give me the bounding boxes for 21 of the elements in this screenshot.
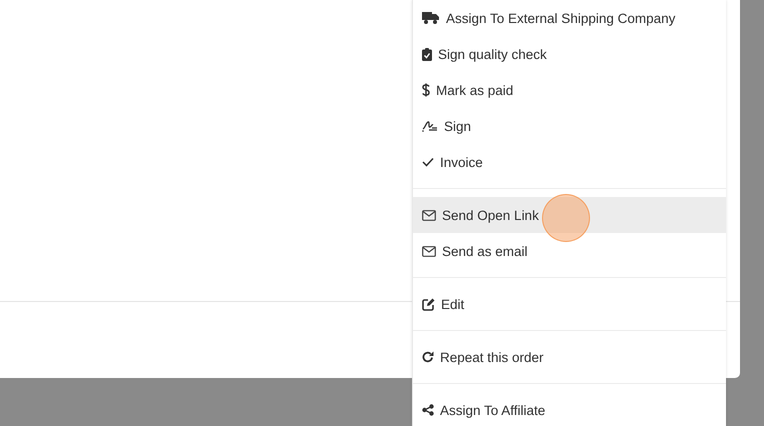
dollar-icon (422, 83, 430, 97)
menu-item[interactable]: Send as email (413, 233, 726, 269)
signature-icon (422, 120, 438, 132)
menu-item[interactable]: Mark as paid (413, 72, 726, 108)
envelope-icon (422, 246, 436, 256)
share-icon (422, 404, 434, 416)
click-indicator (542, 194, 590, 242)
pen-square-icon (422, 298, 435, 310)
menu-item[interactable]: Sign quality check (413, 36, 726, 72)
menu-item[interactable]: Edit (413, 286, 726, 322)
menu-item[interactable]: Send Open Link (413, 197, 726, 233)
clipboard-check-icon (422, 48, 432, 60)
menu-item[interactable]: Sign (413, 108, 726, 144)
menu-item[interactable]: Invoice (413, 144, 726, 180)
envelope-icon (422, 210, 436, 220)
menu-item[interactable]: Repeat this order (413, 339, 726, 375)
menu-item[interactable]: Assign To Affiliate (413, 392, 726, 426)
menu-item[interactable]: Assign To External Shipping Company (413, 0, 726, 36)
truck-icon (422, 12, 440, 24)
redo-icon (422, 351, 434, 363)
check-icon (422, 157, 434, 167)
